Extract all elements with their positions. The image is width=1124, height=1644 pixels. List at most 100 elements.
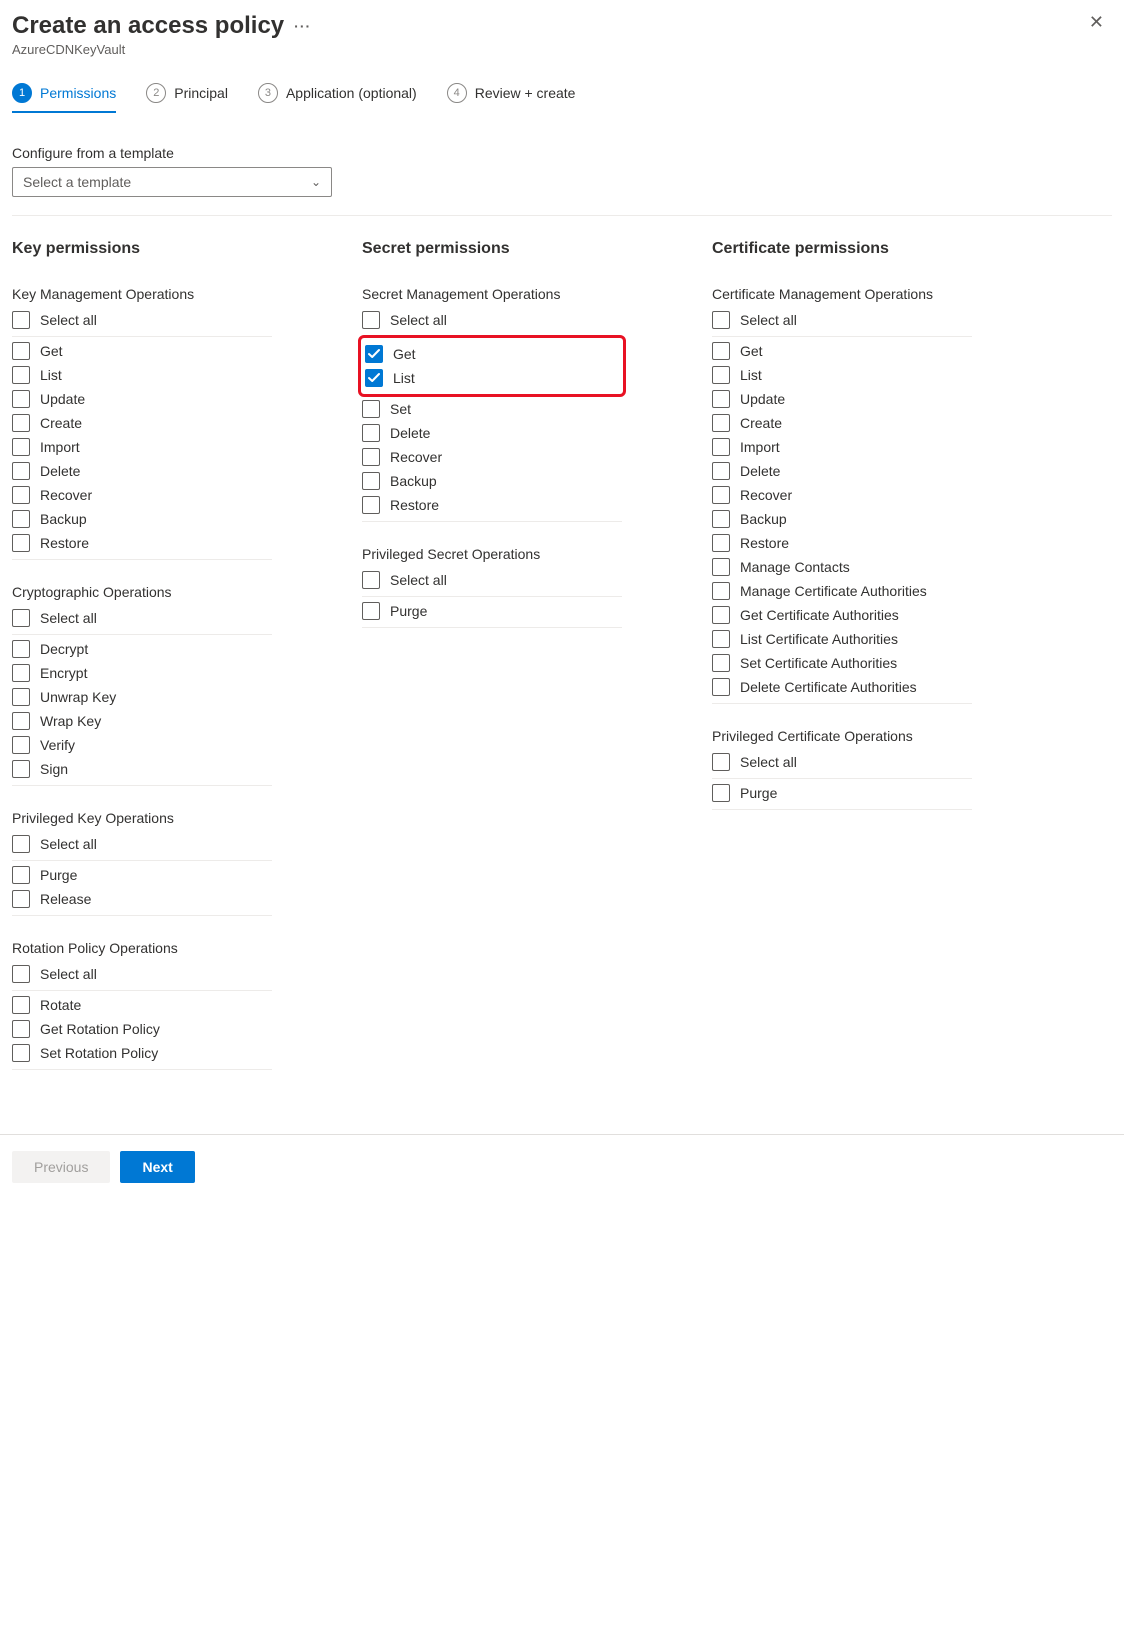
tab-principal[interactable]: 2Principal [146, 75, 228, 113]
checkbox-icon[interactable] [12, 390, 30, 408]
checkbox-icon[interactable] [12, 688, 30, 706]
tab-review-create[interactable]: 4Review + create [447, 75, 576, 113]
checkbox-row-delete[interactable]: Delete [12, 459, 272, 483]
checkbox-row-create[interactable]: Create [12, 411, 272, 435]
checkbox-icon[interactable] [712, 606, 730, 624]
checkbox-icon[interactable] [12, 890, 30, 908]
checkbox-icon[interactable] [12, 866, 30, 884]
next-button[interactable]: Next [120, 1151, 194, 1183]
checkbox-icon[interactable] [12, 609, 30, 627]
checkbox-row-get-certificate-authorities[interactable]: Get Certificate Authorities [712, 603, 972, 627]
checkbox-icon[interactable] [712, 462, 730, 480]
previous-button[interactable]: Previous [12, 1151, 110, 1183]
checkbox-row-recover[interactable]: Recover [12, 483, 272, 507]
checkbox-icon[interactable] [12, 760, 30, 778]
checkbox-icon[interactable] [12, 438, 30, 456]
checkbox-icon[interactable] [712, 438, 730, 456]
checkbox-icon[interactable] [12, 736, 30, 754]
checkbox-row-import[interactable]: Import [12, 435, 272, 459]
checkbox-icon[interactable] [12, 965, 30, 983]
checkbox-icon[interactable] [12, 640, 30, 658]
checkbox-row-get[interactable]: Get [12, 339, 272, 363]
checkbox-row-update[interactable]: Update [12, 387, 272, 411]
tab-application-optional-[interactable]: 3Application (optional) [258, 75, 417, 113]
checkbox-icon[interactable] [712, 390, 730, 408]
checkbox-row-select-all[interactable]: Select all [362, 308, 622, 332]
close-icon[interactable]: ✕ [1081, 8, 1112, 37]
checkbox-icon[interactable] [712, 486, 730, 504]
checkbox-icon[interactable] [12, 1044, 30, 1062]
checkbox-row-recover[interactable]: Recover [712, 483, 972, 507]
checkbox-icon[interactable] [712, 342, 730, 360]
checkbox-row-delete[interactable]: Delete [712, 459, 972, 483]
checkbox-row-select-all[interactable]: Select all [12, 606, 272, 630]
checkbox-row-list[interactable]: List [365, 366, 619, 390]
checkbox-icon[interactable] [712, 311, 730, 329]
checkbox-icon[interactable] [712, 510, 730, 528]
checkbox-icon[interactable] [12, 1020, 30, 1038]
checkbox-row-wrap-key[interactable]: Wrap Key [12, 709, 272, 733]
checkbox-row-set[interactable]: Set [362, 397, 622, 421]
checkbox-row-purge[interactable]: Purge [12, 863, 272, 887]
checkbox-row-list[interactable]: List [12, 363, 272, 387]
checkbox-icon[interactable] [712, 366, 730, 384]
more-icon[interactable]: ··· [294, 18, 311, 34]
checkbox-row-sign[interactable]: Sign [12, 757, 272, 781]
checkbox-row-select-all[interactable]: Select all [712, 750, 972, 774]
checkbox-row-backup[interactable]: Backup [712, 507, 972, 531]
checkbox-icon[interactable] [712, 414, 730, 432]
tab-permissions[interactable]: 1Permissions [12, 75, 116, 113]
checkbox-row-release[interactable]: Release [12, 887, 272, 911]
template-select[interactable]: Select a template ⌄ [12, 167, 332, 197]
checkbox-row-list[interactable]: List [712, 363, 972, 387]
checkbox-row-set-rotation-policy[interactable]: Set Rotation Policy [12, 1041, 272, 1065]
checkbox-icon[interactable] [712, 784, 730, 802]
checkbox-checked-icon[interactable] [365, 369, 383, 387]
checkbox-row-manage-certificate-authorities[interactable]: Manage Certificate Authorities [712, 579, 972, 603]
checkbox-icon[interactable] [12, 510, 30, 528]
checkbox-row-select-all[interactable]: Select all [12, 832, 272, 856]
checkbox-row-rotate[interactable]: Rotate [12, 993, 272, 1017]
checkbox-icon[interactable] [12, 366, 30, 384]
checkbox-icon[interactable] [362, 496, 380, 514]
checkbox-icon[interactable] [12, 342, 30, 360]
checkbox-icon[interactable] [362, 400, 380, 418]
checkbox-icon[interactable] [362, 472, 380, 490]
checkbox-row-decrypt[interactable]: Decrypt [12, 637, 272, 661]
checkbox-row-backup[interactable]: Backup [362, 469, 622, 493]
checkbox-row-set-certificate-authorities[interactable]: Set Certificate Authorities [712, 651, 972, 675]
checkbox-row-purge[interactable]: Purge [712, 781, 972, 805]
checkbox-row-select-all[interactable]: Select all [712, 308, 972, 332]
checkbox-row-backup[interactable]: Backup [12, 507, 272, 531]
checkbox-row-restore[interactable]: Restore [12, 531, 272, 555]
checkbox-icon[interactable] [712, 678, 730, 696]
checkbox-checked-icon[interactable] [365, 345, 383, 363]
checkbox-row-select-all[interactable]: Select all [12, 308, 272, 332]
checkbox-row-list-certificate-authorities[interactable]: List Certificate Authorities [712, 627, 972, 651]
checkbox-icon[interactable] [712, 534, 730, 552]
checkbox-row-verify[interactable]: Verify [12, 733, 272, 757]
checkbox-icon[interactable] [362, 448, 380, 466]
checkbox-row-get[interactable]: Get [365, 342, 619, 366]
checkbox-icon[interactable] [12, 486, 30, 504]
checkbox-row-create[interactable]: Create [712, 411, 972, 435]
checkbox-icon[interactable] [12, 462, 30, 480]
checkbox-row-get[interactable]: Get [712, 339, 972, 363]
checkbox-row-restore[interactable]: Restore [362, 493, 622, 517]
checkbox-icon[interactable] [362, 571, 380, 589]
checkbox-row-restore[interactable]: Restore [712, 531, 972, 555]
checkbox-icon[interactable] [712, 558, 730, 576]
checkbox-icon[interactable] [362, 424, 380, 442]
checkbox-row-delete-certificate-authorities[interactable]: Delete Certificate Authorities [712, 675, 972, 699]
checkbox-icon[interactable] [712, 753, 730, 771]
checkbox-row-recover[interactable]: Recover [362, 445, 622, 469]
checkbox-icon[interactable] [712, 582, 730, 600]
checkbox-row-import[interactable]: Import [712, 435, 972, 459]
checkbox-row-encrypt[interactable]: Encrypt [12, 661, 272, 685]
checkbox-icon[interactable] [362, 602, 380, 620]
checkbox-icon[interactable] [12, 311, 30, 329]
checkbox-icon[interactable] [12, 534, 30, 552]
checkbox-row-unwrap-key[interactable]: Unwrap Key [12, 685, 272, 709]
checkbox-icon[interactable] [712, 630, 730, 648]
checkbox-row-select-all[interactable]: Select all [362, 568, 622, 592]
